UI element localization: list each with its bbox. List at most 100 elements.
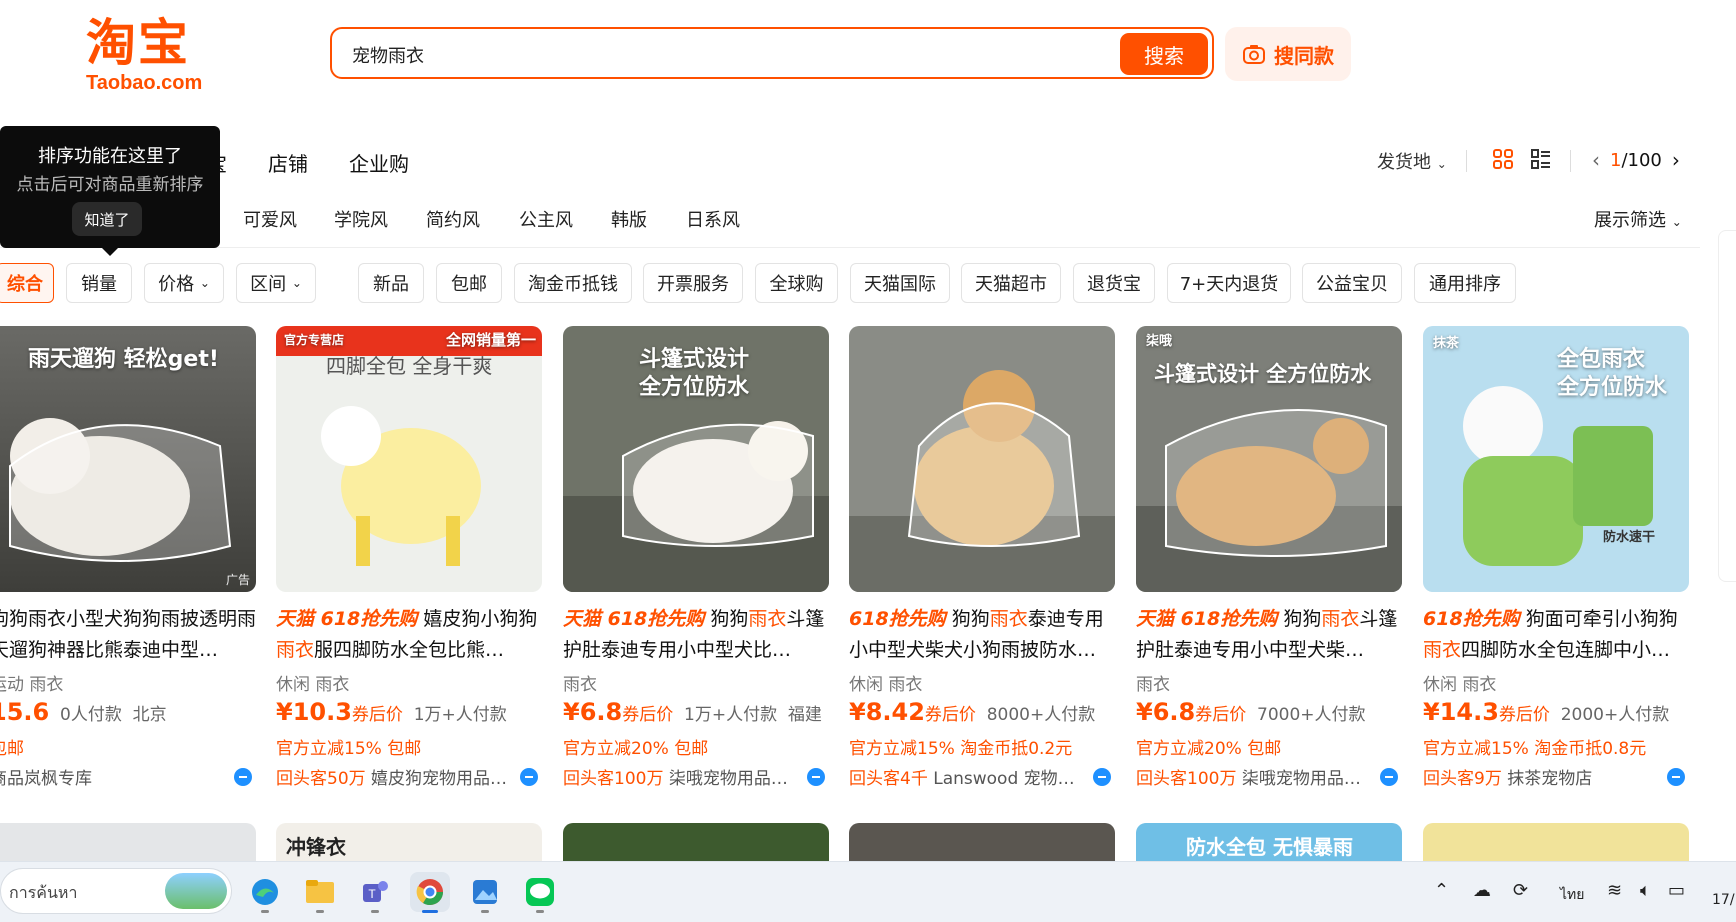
filter-range[interactable]: 区间 ⌄ — [236, 263, 316, 303]
onedrive-icon[interactable]: ☁ — [1473, 880, 1491, 901]
style-tag[interactable]: 公主风 — [519, 206, 573, 232]
repurchase-count: 回头客50万 — [276, 769, 366, 789]
edge-icon[interactable] — [245, 872, 285, 912]
product-card-partial[interactable]: 冲锋衣 — [276, 823, 542, 861]
tooltip-got-it-button[interactable]: 知道了 — [72, 202, 142, 236]
shop-row[interactable]: 回头客50万 嬉皮狗宠物用品… — [276, 764, 542, 789]
filter-tmall-market[interactable]: 天猫超市 — [961, 263, 1061, 303]
product-card[interactable]: 官方专营店 全网销量第一 四脚全包 全身干爽 天猫 618抢先购 嬉皮狗小狗狗雨… — [276, 326, 542, 789]
chrome-icon[interactable] — [410, 872, 450, 912]
product-tags: 运动 雨衣 — [0, 675, 64, 695]
product-card-partial[interactable] — [563, 823, 829, 861]
filter-free-shipping[interactable]: 包邮 — [436, 263, 502, 303]
volume-icon[interactable]: 🔈︎ — [1640, 880, 1651, 901]
filter-tmall-intl[interactable]: 天猫国际 — [850, 263, 950, 303]
shop-row[interactable]: 回头客9万 抹茶宠物店 — [1423, 764, 1689, 789]
teams-icon[interactable]: T — [355, 872, 395, 912]
show-filter-toggle[interactable]: 展示筛选 ⌄ — [1594, 206, 1682, 232]
after-coupon-label: 券后价 — [622, 705, 674, 725]
chat-icon[interactable] — [520, 768, 538, 786]
sync-icon[interactable]: ⟳ — [1513, 880, 1528, 901]
title-part: 服四脚防水全包比熊… — [314, 639, 505, 661]
product-card-partial[interactable] — [849, 823, 1115, 861]
logo-text-en: Taobao.com — [86, 72, 203, 94]
taskbar-indicator — [481, 910, 489, 913]
tab-enterprise[interactable]: 企业购 — [349, 148, 409, 177]
shop-row[interactable]: 回头客100万 柒哦宠物用品… — [563, 764, 829, 789]
chat-icon[interactable] — [1093, 768, 1111, 786]
chat-icon[interactable] — [807, 768, 825, 786]
product-title[interactable]: 618抢先购 狗狗雨衣泰迪专用小中型犬柴犬小狗雨披防水… — [849, 604, 1115, 666]
filter-taojinbi[interactable]: 淘金币抵钱 — [514, 263, 632, 303]
file-explorer-icon[interactable] — [300, 872, 340, 912]
title-highlight: 雨衣 — [1321, 608, 1360, 630]
filter-7day-return[interactable]: 7+天内退货 — [1167, 263, 1291, 303]
product-tags: 雨衣 — [563, 675, 597, 695]
product-card-partial[interactable] — [0, 823, 256, 861]
clock[interactable]: 17/ — [1712, 892, 1735, 908]
title-highlight: 雨衣 — [748, 608, 787, 630]
shop-row[interactable]: 回头客100万 柒哦宠物用品… — [1136, 764, 1402, 789]
chat-icon[interactable] — [234, 768, 252, 786]
battery-icon[interactable]: ▭ — [1668, 880, 1685, 901]
product-image[interactable]: 斗篷式设计 全方位防水 — [563, 326, 829, 592]
photos-icon[interactable] — [465, 872, 505, 912]
style-tag[interactable]: 日系风 — [686, 206, 740, 232]
chat-icon[interactable] — [1380, 768, 1398, 786]
product-image[interactable]: 柒哦 斗篷式设计 全方位防水 — [1136, 326, 1402, 592]
product-title[interactable]: 618抢先购 狗面可牵引小狗狗雨衣四脚防水全包连脚中小… — [1423, 604, 1689, 666]
location: 福建 — [787, 705, 822, 725]
product-card[interactable]: 618抢先购 狗狗雨衣泰迪专用小中型犬柴犬小狗雨披防水… 休闲 雨衣 ¥8.42… — [849, 326, 1115, 789]
list-view-icon[interactable] — [1530, 148, 1552, 170]
style-tag[interactable]: 可爱风 — [243, 206, 297, 232]
ship-from-dropdown[interactable]: 发货地 ⌄ — [1377, 148, 1447, 174]
product-image[interactable]: 雨天遛狗 轻松get! 广告 — [0, 326, 256, 592]
product-title[interactable]: 天猫 618抢先购 狗狗雨衣斗篷护肚泰迪专用小中型犬柴… — [1136, 604, 1402, 666]
filter-global[interactable]: 全球购 — [755, 263, 838, 303]
tab-shop[interactable]: 店铺 — [268, 148, 308, 177]
style-tag[interactable]: 韩版 — [611, 206, 647, 232]
next-page-icon[interactable]: › — [1672, 148, 1680, 172]
search-button[interactable]: 搜索 — [1120, 33, 1208, 75]
taobao-logo[interactable]: 淘宝 Taobao.com — [86, 16, 216, 96]
filter-general-sort[interactable]: 通用排序 — [1414, 263, 1516, 303]
side-toolbar[interactable] — [1718, 230, 1736, 582]
filter-new[interactable]: 新品 — [358, 263, 424, 303]
style-tag[interactable]: 学院风 — [334, 206, 388, 232]
chat-icon[interactable] — [1667, 768, 1685, 786]
filter-comprehensive[interactable]: 综合 — [0, 263, 54, 303]
show-hidden-icons[interactable]: ⌃ — [1434, 880, 1449, 901]
filter-invoice[interactable]: 开票服务 — [643, 263, 743, 303]
style-tag[interactable]: 简约风 — [426, 206, 480, 232]
taskbar-search[interactable]: การค้นหา — [0, 868, 232, 914]
product-title[interactable]: 天猫 618抢先购 狗狗雨衣斗篷护肚泰迪专用小中型犬比… — [563, 604, 829, 666]
product-card-partial[interactable]: 防水全包 无惧暴雨 — [1136, 823, 1402, 861]
product-image[interactable] — [849, 326, 1115, 592]
shop-row[interactable]: 回头客4千 Lanswood 宠物… — [849, 764, 1115, 789]
image-search-button[interactable]: 搜同款 — [1225, 27, 1351, 81]
filter-return-insurance[interactable]: 退货宝 — [1073, 263, 1155, 303]
product-card-partial[interactable] — [1423, 823, 1689, 861]
search-input[interactable]: 宠物雨衣 — [352, 42, 424, 68]
product-title[interactable]: 狗狗雨衣小型犬狗狗雨披透明雨天遛狗神器比熊泰迪中型… — [0, 604, 256, 666]
filter-price[interactable]: 价格 ⌄ — [144, 263, 224, 303]
line-icon[interactable] — [520, 872, 560, 912]
shop-name: Lanswood 宠物… — [927, 769, 1075, 789]
pager: ‹ 1/100 › — [1592, 148, 1680, 172]
product-card[interactable]: 斗篷式设计 全方位防水 天猫 618抢先购 狗狗雨衣斗篷护肚泰迪专用小中型犬比…… — [563, 326, 829, 789]
search-box[interactable]: 宠物雨衣 搜索 — [330, 27, 1214, 79]
filter-charity[interactable]: 公益宝贝 — [1302, 263, 1402, 303]
product-card[interactable]: 雨天遛狗 轻松get! 广告 狗狗雨衣小型犬狗狗雨披透明雨天遛狗神器比熊泰迪中型… — [0, 326, 256, 789]
product-card[interactable]: 柒哦 斗篷式设计 全方位防水 天猫 618抢先购 狗狗雨衣斗篷护肚泰迪专用小中型… — [1136, 326, 1402, 789]
wifi-icon[interactable]: ≋ — [1607, 880, 1622, 901]
product-card[interactable]: 抹茶 全包雨衣 全方位防水 防水速干 618抢先购 狗面可牵引小狗狗雨衣四脚防水… — [1423, 326, 1689, 789]
product-image[interactable]: 抹茶 全包雨衣 全方位防水 防水速干 — [1423, 326, 1689, 592]
language-indicator[interactable]: ไทย — [1560, 884, 1584, 906]
prev-page-icon[interactable]: ‹ — [1592, 148, 1600, 172]
title-highlight: 雨衣 — [276, 639, 315, 661]
shop-name[interactable]: 商品岚枫专库 — [0, 764, 256, 789]
product-title[interactable]: 天猫 618抢先购 嬉皮狗小狗狗雨衣服四脚防水全包比熊… — [276, 604, 542, 666]
grid-view-icon[interactable] — [1492, 148, 1514, 170]
product-image[interactable]: 官方专营店 全网销量第一 四脚全包 全身干爽 — [276, 326, 542, 592]
filter-sales[interactable]: 销量 — [66, 263, 132, 303]
